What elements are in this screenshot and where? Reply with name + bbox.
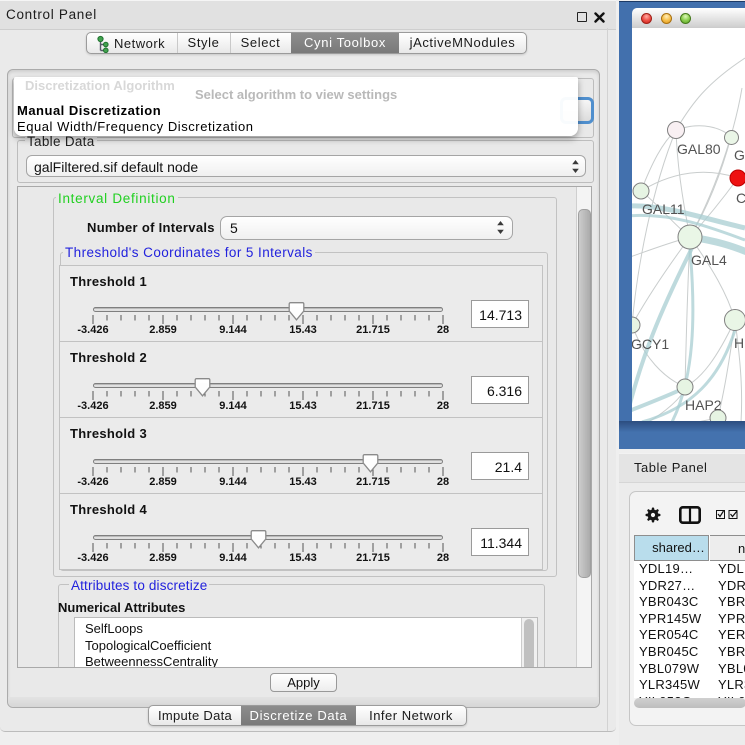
svg-text:G: G — [734, 147, 745, 163]
svg-text:HAP2: HAP2 — [685, 397, 722, 413]
svg-text:GCY1: GCY1 — [632, 336, 669, 352]
svg-text:C: C — [736, 190, 745, 206]
svg-text:GAL11: GAL11 — [642, 201, 685, 217]
svg-text:GAL80: GAL80 — [677, 141, 721, 157]
svg-text:H: H — [734, 335, 744, 351]
svg-text:GAL4: GAL4 — [691, 252, 727, 268]
